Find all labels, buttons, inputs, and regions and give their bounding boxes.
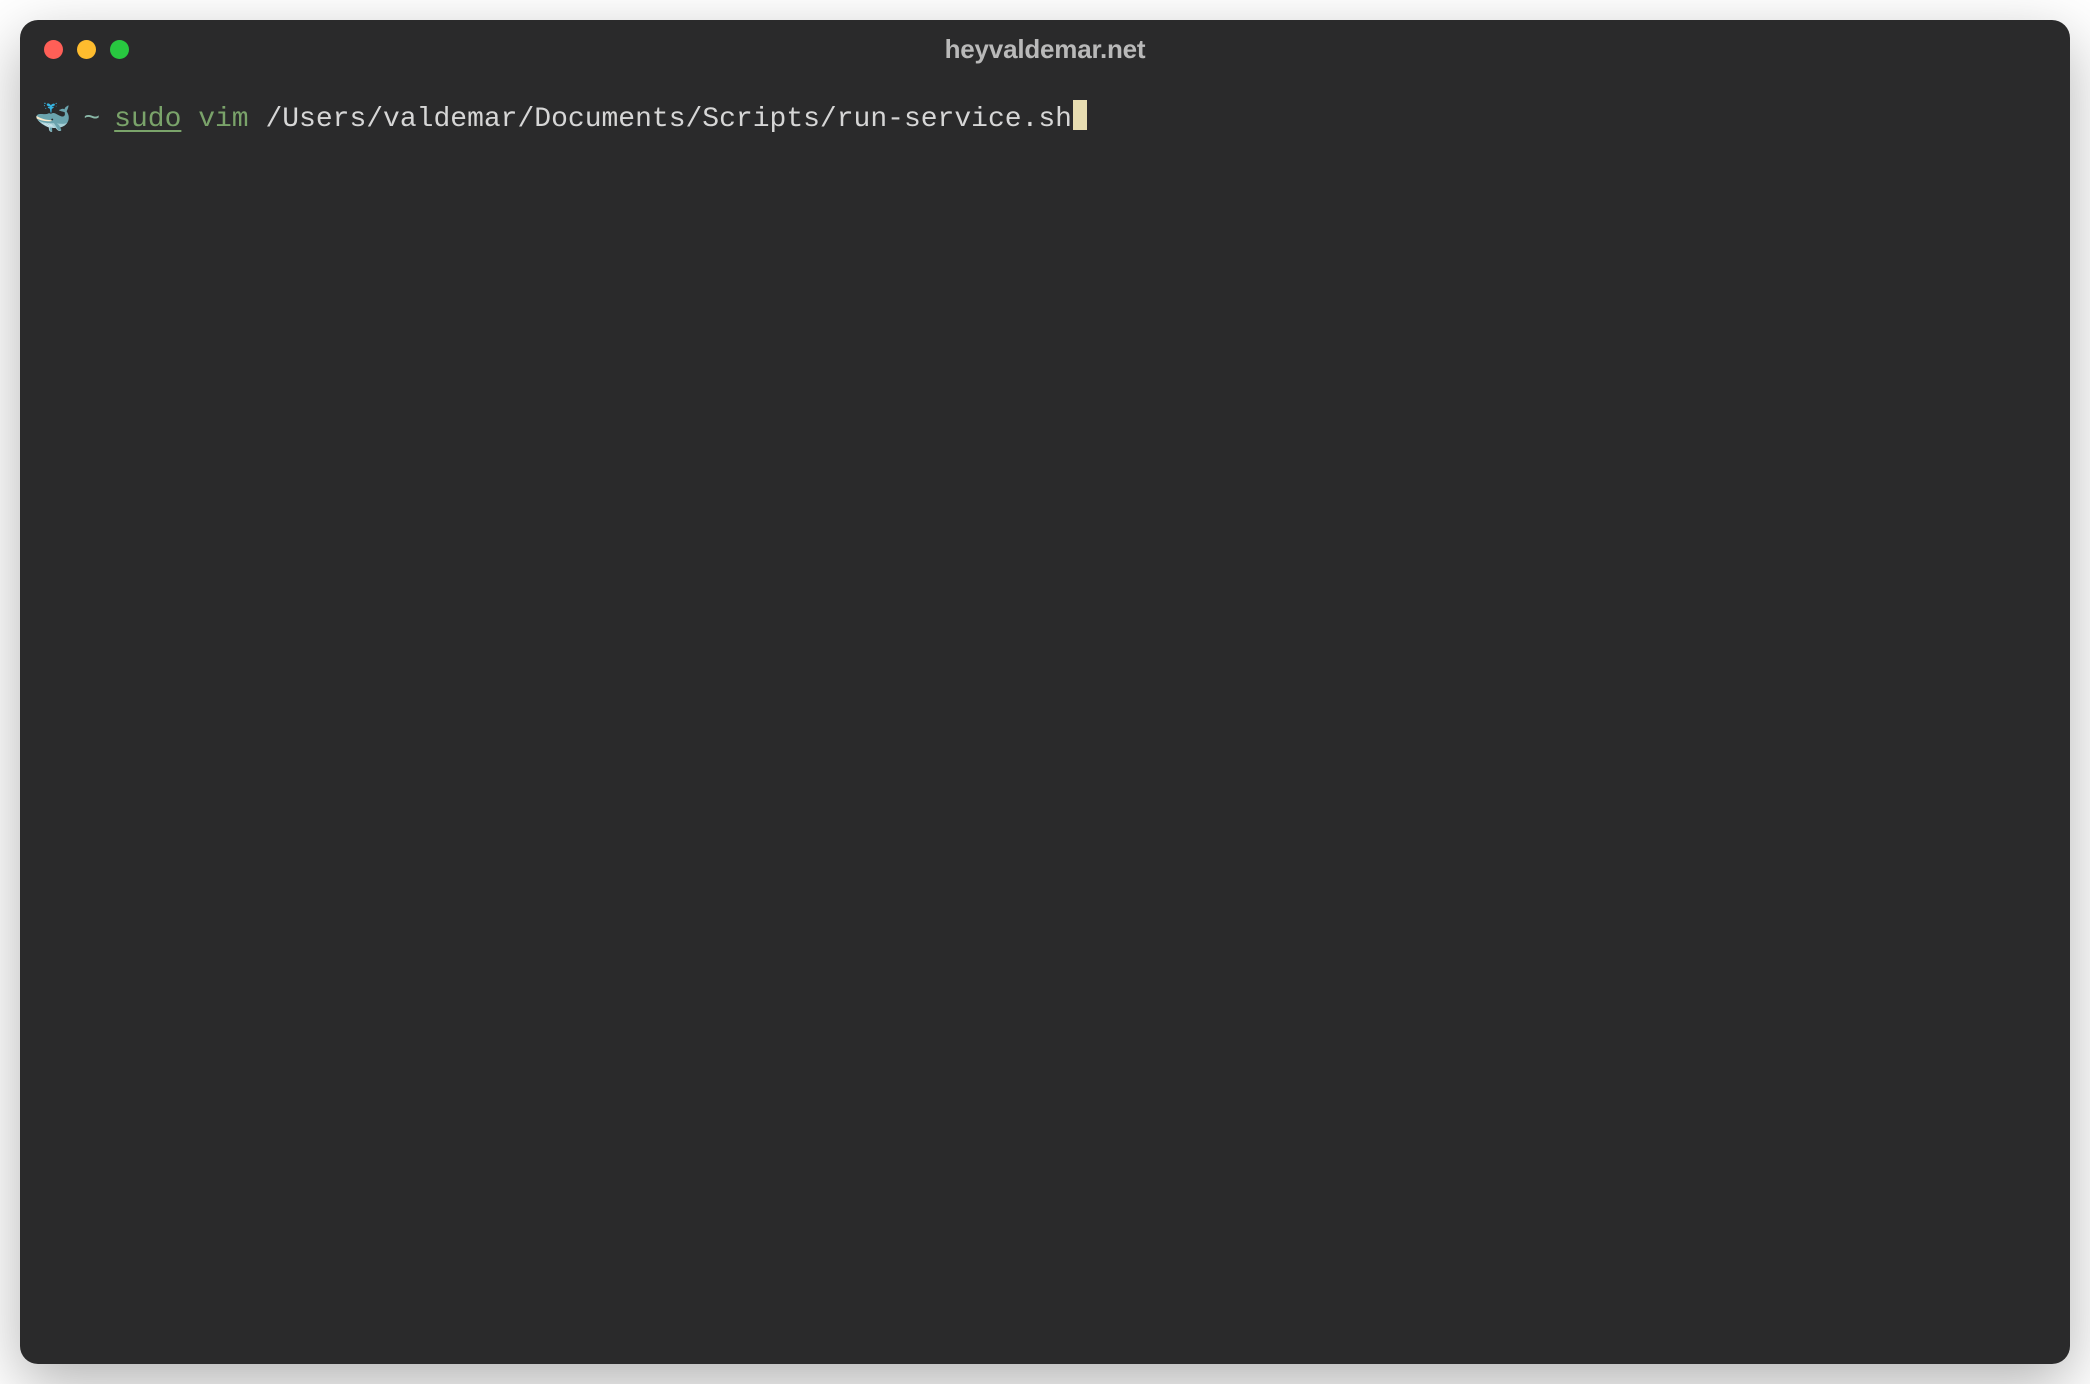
terminal-body[interactable]: 🐳 ~ sudo vim /Users/valdemar/Documents/S… xyxy=(20,78,2070,1364)
space xyxy=(249,100,266,139)
whale-icon: 🐳 xyxy=(34,100,71,142)
minimize-button[interactable] xyxy=(77,40,96,59)
command-sudo: sudo xyxy=(114,100,181,139)
terminal-window: heyvaldemar.net 🐳 ~ sudo vim /Users/vald… xyxy=(20,20,2070,1364)
command-path: /Users/valdemar/Documents/Scripts/run-se… xyxy=(265,100,1072,139)
cursor xyxy=(1073,100,1087,130)
close-button[interactable] xyxy=(44,40,63,59)
space xyxy=(181,100,198,139)
command-line[interactable]: 🐳 ~ sudo vim /Users/valdemar/Documents/S… xyxy=(34,96,2056,140)
window-title: heyvaldemar.net xyxy=(945,34,1146,65)
traffic-lights xyxy=(44,40,129,59)
prompt-symbol: ~ xyxy=(83,100,100,139)
command-editor: vim xyxy=(198,100,248,139)
titlebar[interactable]: heyvaldemar.net xyxy=(20,20,2070,78)
maximize-button[interactable] xyxy=(110,40,129,59)
